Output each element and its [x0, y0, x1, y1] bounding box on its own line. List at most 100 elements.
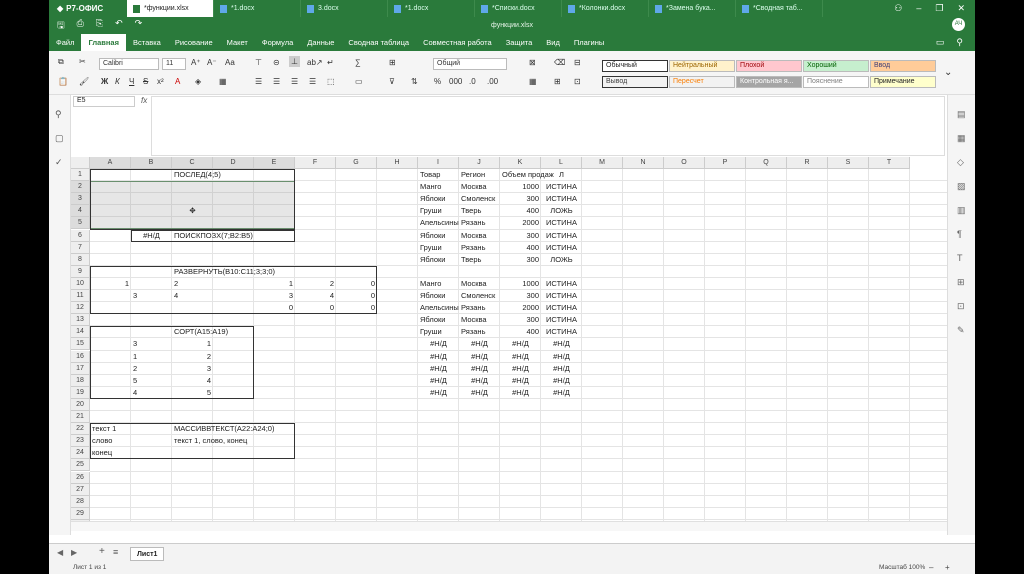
cell-value[interactable]: СОРТ(A15:A19) [172, 326, 336, 338]
tab-menu[interactable]: Плагины [567, 34, 611, 51]
name-box[interactable]: E5 [73, 96, 135, 107]
cell-value[interactable]: #Н/Д [541, 363, 582, 375]
row-header[interactable]: 17 [71, 362, 90, 375]
user-icon[interactable]: ⚇ [894, 3, 902, 14]
cell-value[interactable]: ИСТИНА [541, 193, 582, 205]
cell-value[interactable]: #Н/Д [418, 351, 459, 363]
row-header[interactable]: 7 [71, 241, 90, 254]
cell-value[interactable]: #Н/Д [459, 338, 500, 350]
cell-value[interactable]: 400 [500, 205, 541, 217]
select-all-corner[interactable] [71, 157, 90, 169]
slicer-settings-icon[interactable]: ⊡ [957, 301, 965, 312]
cell-style[interactable]: Примечание [870, 76, 936, 88]
tab-menu[interactable]: Рисование [168, 34, 220, 51]
column-header[interactable]: F [295, 157, 336, 169]
cell-value[interactable]: #Н/Д [500, 387, 541, 399]
align-right-icon[interactable]: ☰ [291, 77, 298, 86]
close-icon[interactable]: ✕ [957, 3, 965, 14]
column-header[interactable]: H [377, 157, 418, 169]
cell-value[interactable]: 1 [131, 351, 295, 363]
search-icon[interactable]: ⚲ [55, 109, 62, 120]
cell-value[interactable]: #Н/Д [418, 375, 459, 387]
cell-value[interactable]: 1000 [500, 181, 541, 193]
shape-settings-icon[interactable]: ◇ [957, 157, 964, 168]
row-header[interactable]: 23 [71, 435, 90, 448]
fx-icon[interactable]: fx [141, 96, 147, 105]
row-header[interactable]: 27 [71, 483, 90, 496]
cell-value[interactable]: 2000 [500, 217, 541, 229]
horizontal-scrollbar[interactable] [71, 521, 947, 531]
percent-icon[interactable]: % [434, 77, 441, 86]
cut-icon[interactable]: ✂ [79, 57, 86, 66]
row-header[interactable]: 14 [71, 326, 90, 339]
cell-value[interactable]: Л [541, 169, 582, 181]
restore-icon[interactable]: ❐ [935, 3, 943, 14]
cell-settings-icon[interactable]: ⊡ [574, 77, 581, 86]
signature-icon[interactable]: ✎ [957, 325, 965, 336]
justify-icon[interactable]: ☰ [309, 77, 316, 86]
cell-value[interactable]: конец [90, 447, 254, 459]
cell-value[interactable]: МАССИВВТЕКСТ(A22:A24;0) [172, 423, 336, 435]
cell-value[interactable]: 4 [131, 387, 295, 399]
cell-value[interactable]: #Н/Д [500, 338, 541, 350]
document-tab[interactable]: *Сводная таб... [736, 0, 823, 17]
row-header[interactable]: 16 [71, 350, 90, 363]
cell-value[interactable]: ИСТИНА [541, 217, 582, 229]
avatar[interactable]: АЧ [952, 18, 965, 31]
tab-menu[interactable]: Макет [220, 34, 255, 51]
image-settings-icon[interactable]: ▨ [957, 181, 966, 192]
align-middle-icon[interactable]: ⊝ [273, 58, 280, 67]
cell-value[interactable]: #Н/Д [500, 375, 541, 387]
sort-icon[interactable]: ⇅ [411, 77, 418, 86]
row-header[interactable]: 9 [71, 265, 90, 278]
cell-style[interactable]: Контрольная я... [736, 76, 802, 88]
fill-color-icon[interactable]: ◈ [195, 77, 201, 86]
tab-menu[interactable]: Данные [300, 34, 341, 51]
row-header[interactable]: 6 [71, 229, 90, 242]
document-tab[interactable]: *1.docx [388, 0, 475, 17]
named-ranges-icon[interactable]: ▭ [355, 77, 363, 86]
cell-value[interactable]: 1 [172, 338, 213, 350]
cell-value[interactable]: 2 [131, 363, 295, 375]
underline-icon[interactable]: Ч [129, 77, 134, 86]
row-header[interactable]: 15 [71, 338, 90, 351]
column-header[interactable]: K [500, 157, 541, 169]
row-header[interactable]: 1 [71, 169, 90, 181]
cell-value[interactable]: 1 [254, 278, 295, 290]
cell-value[interactable]: 0 [336, 302, 377, 314]
column-header[interactable]: D [213, 157, 254, 169]
cell-value[interactable]: 400 [500, 326, 541, 338]
row-header[interactable]: 3 [71, 193, 90, 206]
cell-value[interactable]: ИСТИНА [541, 278, 582, 290]
column-header[interactable]: P [705, 157, 746, 169]
increase-decimal-icon[interactable]: .00 [487, 77, 498, 86]
font-name-select[interactable]: Calibri [99, 58, 159, 70]
row-header[interactable]: 19 [71, 386, 90, 399]
cell-value[interactable]: 5 [172, 387, 213, 399]
row-header[interactable]: 2 [71, 181, 90, 194]
number-format-select[interactable]: Общий [433, 58, 507, 70]
cell-value[interactable]: 5 [131, 375, 295, 387]
text-art-icon[interactable]: T [957, 253, 963, 263]
column-header[interactable]: M [582, 157, 623, 169]
formula-bar[interactable] [151, 96, 945, 156]
open-file-location-icon[interactable]: ▭ [936, 37, 945, 48]
cell-value[interactable]: 0 [295, 302, 336, 314]
cell-value[interactable]: 0 [254, 302, 295, 314]
tab-menu[interactable]: Вставка [126, 34, 168, 51]
cell-value[interactable]: #Н/Д [459, 387, 500, 399]
cell-style[interactable]: Обычный [602, 60, 668, 72]
cell-value[interactable]: #Н/Д [500, 351, 541, 363]
cell-value[interactable]: 4 [295, 290, 336, 302]
cell-value[interactable]: ИСТИНА [541, 242, 582, 254]
sum-icon[interactable]: ∑ [355, 58, 361, 67]
cell-value[interactable]: 3 [131, 338, 295, 350]
document-tab[interactable]: *функции.xlsx [127, 0, 214, 17]
font-size-select[interactable]: 11 [162, 58, 186, 70]
column-header[interactable]: B [131, 157, 172, 169]
cell-style[interactable]: Пояснение [803, 76, 869, 88]
cell-value[interactable]: 300 [500, 254, 541, 266]
cell-value[interactable]: #Н/Д [541, 338, 582, 350]
spreadsheet-grid[interactable]: A B C D E F G H I J K L M N O P Q R S T 1 2 3 4 5 6 7 8 9 10 11 12 13 14 1… [71, 157, 947, 521]
merge-cells-icon[interactable]: ⬚ [327, 77, 335, 86]
